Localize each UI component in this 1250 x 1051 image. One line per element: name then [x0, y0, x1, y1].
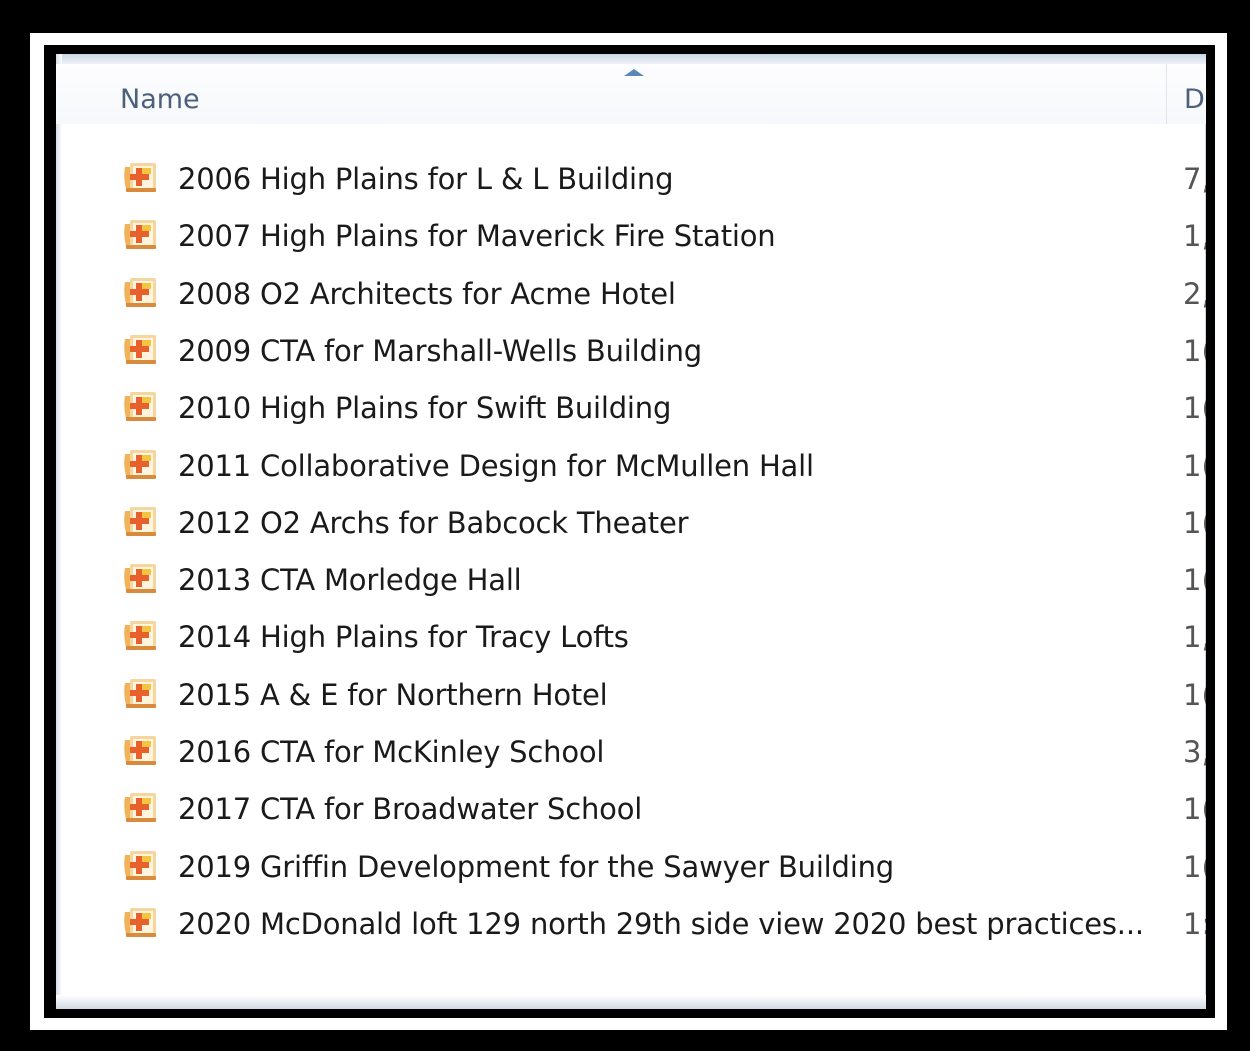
- presentation-file-icon: [122, 733, 160, 769]
- file-row[interactable]: 2010 High Plains for Swift Building 1(: [56, 380, 1206, 437]
- file-row[interactable]: 2012 O2 Archs for Babcock Theater 1(: [56, 495, 1206, 552]
- presentation-file-icon: [122, 790, 160, 826]
- file-name[interactable]: 2016 CTA for McKinley School: [178, 735, 604, 769]
- file-row[interactable]: 2009 CTA for Marshall-Wells Building 1(: [56, 323, 1206, 380]
- presentation-file-icon: [122, 561, 160, 597]
- file-date-modified: 1,: [1183, 620, 1206, 655]
- presentation-file-icon: [122, 332, 160, 368]
- file-date-modified: 1(: [1183, 448, 1206, 483]
- column-divider[interactable]: [1166, 64, 1167, 124]
- file-row[interactable]: 2007 High Plains for Maverick Fire Stati…: [56, 208, 1206, 265]
- file-name[interactable]: 2014 High Plains for Tracy Lofts: [178, 620, 629, 654]
- presentation-file-icon: [122, 905, 160, 941]
- file-row[interactable]: 2016 CTA for McKinley School 3,: [56, 724, 1206, 781]
- file-row[interactable]: 2017 CTA for Broadwater School 1(: [56, 781, 1206, 838]
- panel-top-edge: [56, 54, 1206, 64]
- file-name[interactable]: 2012 O2 Archs for Babcock Theater: [178, 506, 689, 540]
- file-date-modified: 1(: [1183, 677, 1206, 712]
- file-date-modified: 1(: [1183, 849, 1206, 884]
- file-row[interactable]: 2011 Collaborative Design for McMullen H…: [56, 438, 1206, 495]
- file-date-modified: 1,: [1183, 219, 1206, 254]
- column-header-name[interactable]: Name: [120, 84, 200, 115]
- file-date-modified: 7,: [1183, 162, 1206, 196]
- presentation-file-icon: [122, 848, 160, 884]
- file-name[interactable]: 2009 CTA for Marshall-Wells Building: [178, 334, 702, 368]
- file-row[interactable]: 2006 High Plains for L & L Building 7,: [56, 151, 1206, 208]
- file-name[interactable]: 2007 High Plains for Maverick Fire Stati…: [178, 219, 776, 253]
- sort-ascending-icon[interactable]: [624, 69, 644, 76]
- presentation-file-icon: [122, 447, 160, 483]
- file-row[interactable]: 2013 CTA Morledge Hall 1(: [56, 552, 1206, 609]
- file-date-modified: 1(: [1183, 505, 1206, 540]
- file-row[interactable]: 2020 McDonald loft 129 north 29th side v…: [56, 896, 1206, 953]
- presentation-file-icon: [122, 504, 160, 540]
- file-name[interactable]: 2015 A & E for Northern Hotel: [178, 678, 608, 712]
- file-name[interactable]: 2020 McDonald loft 129 north 29th side v…: [178, 907, 1144, 941]
- file-date-modified: 1(: [1183, 333, 1206, 368]
- presentation-file-icon: [122, 618, 160, 654]
- file-row[interactable]: 2008 O2 Architects for Acme Hotel 2,: [56, 266, 1206, 323]
- column-header-row: Name D: [56, 64, 1206, 124]
- file-name[interactable]: 2008 O2 Architects for Acme Hotel: [178, 277, 676, 311]
- presentation-file-icon: [122, 160, 160, 196]
- file-date-modified: 1:: [1183, 906, 1206, 941]
- file-name[interactable]: 2011 Collaborative Design for McMullen H…: [178, 449, 814, 483]
- file-name[interactable]: 2017 CTA for Broadwater School: [178, 792, 642, 826]
- presentation-file-icon: [122, 275, 160, 311]
- panel-bottom-edge: [56, 995, 1206, 1009]
- file-name[interactable]: 2006 High Plains for L & L Building: [178, 162, 673, 196]
- column-header-date[interactable]: D: [1184, 84, 1205, 115]
- file-row[interactable]: 2014 High Plains for Tracy Lofts 1,: [56, 609, 1206, 666]
- presentation-file-icon: [122, 217, 160, 253]
- file-date-modified: 1(: [1183, 563, 1206, 598]
- file-name[interactable]: 2019 Griffin Development for the Sawyer …: [178, 850, 894, 884]
- file-date-modified: 2,: [1183, 276, 1206, 311]
- file-date-modified: 3,: [1183, 735, 1206, 769]
- file-name[interactable]: 2010 High Plains for Swift Building: [178, 391, 671, 425]
- file-list-panel: Name D 2006 High Plains for L & L Buildi…: [56, 54, 1206, 1009]
- file-row[interactable]: 2015 A & E for Northern Hotel 1(: [56, 667, 1206, 724]
- presentation-file-icon: [122, 676, 160, 712]
- file-date-modified: 1(: [1183, 792, 1206, 827]
- file-date-modified: 1(: [1183, 391, 1206, 426]
- file-name[interactable]: 2013 CTA Morledge Hall: [178, 563, 522, 597]
- file-row[interactable]: 2019 Griffin Development for the Sawyer …: [56, 839, 1206, 896]
- presentation-file-icon: [122, 389, 160, 425]
